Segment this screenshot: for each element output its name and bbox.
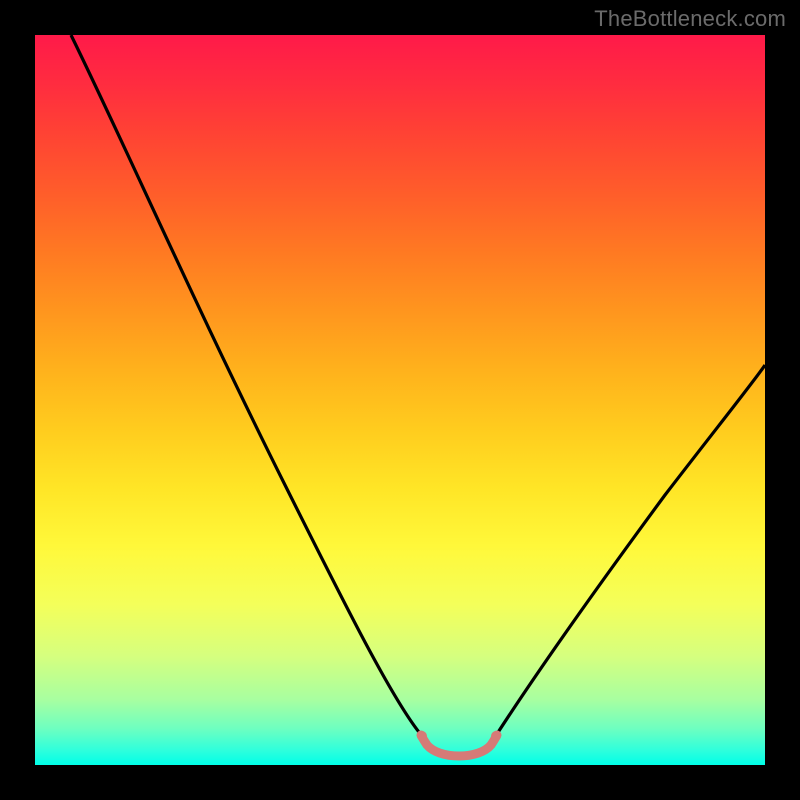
trough-dot-right — [491, 731, 501, 741]
trough-highlight — [421, 735, 497, 756]
bottleneck-curve — [35, 35, 765, 765]
v-curve-path — [71, 35, 765, 755]
trough-dot-left — [417, 731, 427, 741]
watermark-text: TheBottleneck.com — [594, 6, 786, 32]
plot-area — [35, 35, 765, 765]
chart-frame: TheBottleneck.com — [0, 0, 800, 800]
